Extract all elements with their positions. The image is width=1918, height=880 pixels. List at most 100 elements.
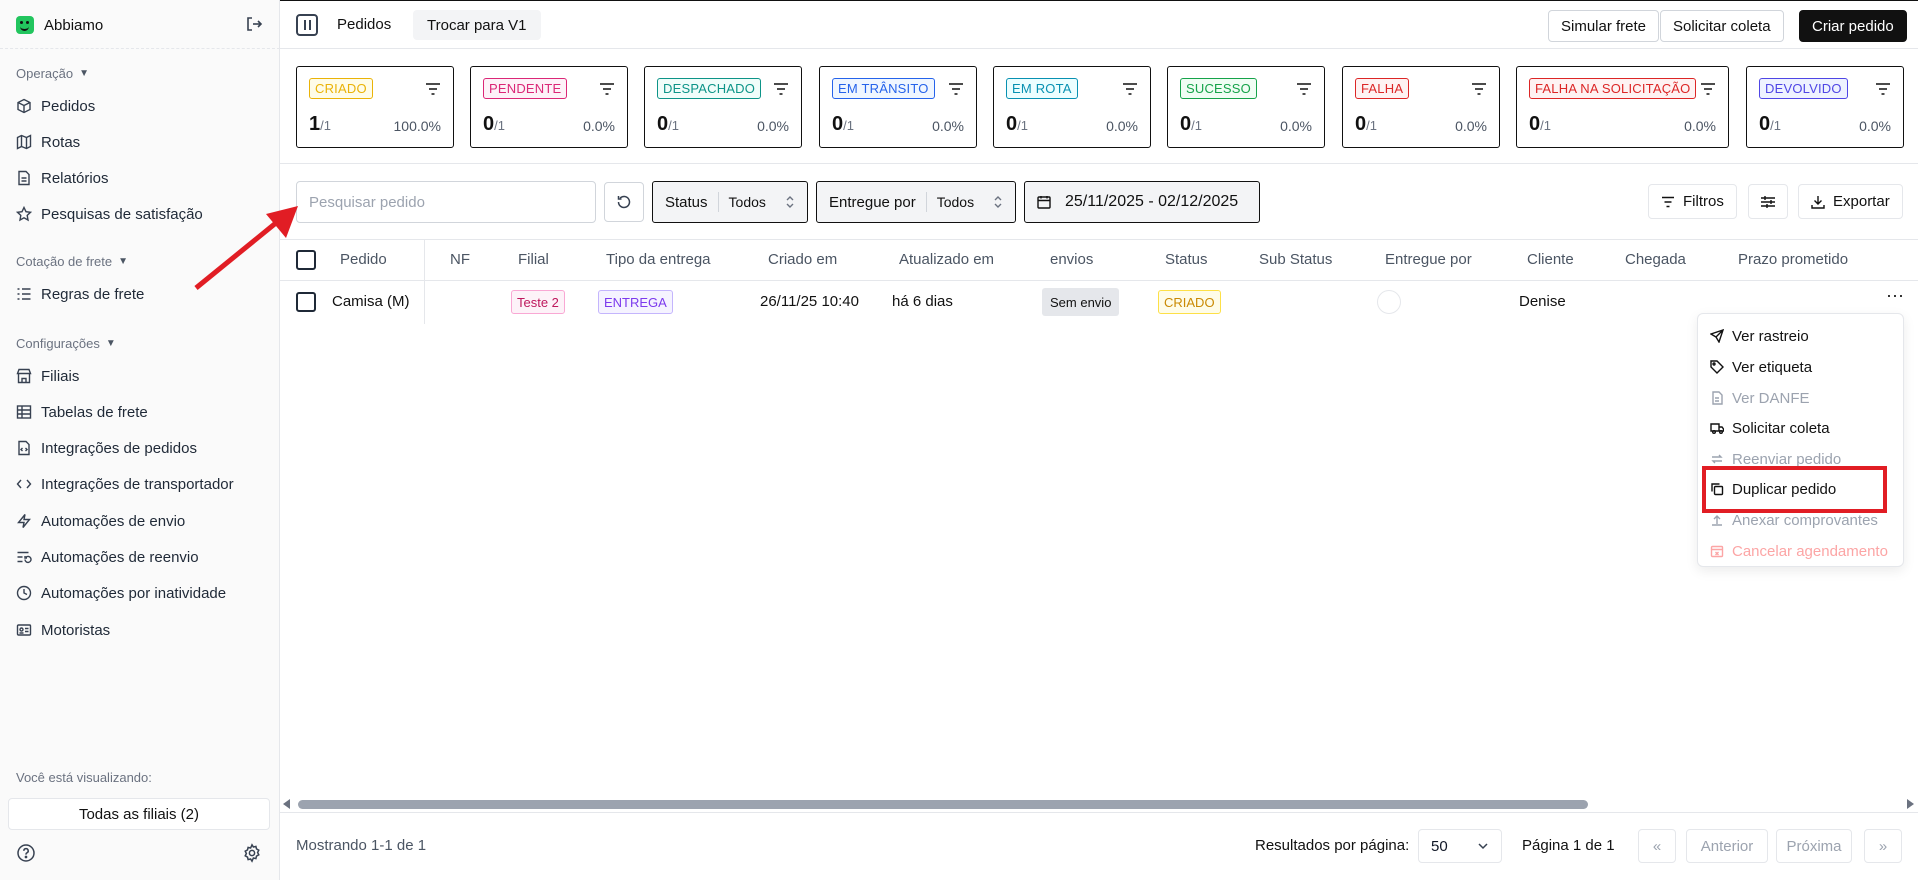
scroll-left-icon[interactable] [283, 799, 290, 809]
status-badge: DESPACHADO [657, 78, 762, 99]
filter-icon[interactable] [425, 82, 441, 96]
simulate-freight-button[interactable]: Simular frete [1548, 10, 1660, 42]
menu-item-ver-rastreio[interactable]: Ver rastreio [1710, 325, 1809, 347]
status-count: 0/1 [657, 113, 679, 136]
column-header[interactable]: Pedido [340, 251, 387, 268]
column-header[interactable]: Chegada [1625, 251, 1686, 268]
star-icon [16, 206, 32, 222]
status-count-value: 0 [832, 113, 844, 135]
status-card-falha[interactable]: FALHA 0/1 0.0% [1342, 66, 1500, 148]
request-pickup-button[interactable]: Solicitar coleta [1660, 10, 1784, 42]
sidebar-item-automacoes-reenvio[interactable]: Automações de reenvio [16, 545, 199, 569]
menu-item-label: Ver DANFE [1732, 389, 1810, 407]
next-page-button[interactable]: Próxima [1776, 829, 1852, 863]
caret-down-icon: ▼ [105, 338, 116, 349]
filter-icon[interactable] [948, 82, 964, 96]
logout-icon[interactable] [244, 14, 264, 34]
panel-toggle-icon[interactable] [296, 14, 318, 36]
status-card-sucesso[interactable]: SUCESSO 0/1 0.0% [1167, 66, 1325, 148]
sidebar-item-automacoes-envio[interactable]: Automações de envio [16, 509, 185, 533]
sidebar-item-pesquisas[interactable]: Pesquisas de satisfação [16, 202, 203, 226]
filter-icon[interactable] [1700, 82, 1716, 96]
table-header-border [280, 280, 1918, 281]
more-actions-icon[interactable]: ··· [1884, 286, 1906, 307]
export-button[interactable]: Exportar [1798, 184, 1903, 219]
cell-atualizado-em: há 6 dias [892, 293, 953, 310]
branch-selector[interactable]: Todas as filiais (2) [8, 798, 270, 830]
previous-page-button[interactable]: Anterior [1686, 829, 1768, 863]
filter-icon[interactable] [773, 82, 789, 96]
help-icon[interactable] [16, 843, 36, 863]
sidebar-item-label: Pedidos [41, 97, 96, 115]
column-header[interactable]: envios [1050, 251, 1093, 268]
sidebar-item-automacoes-inatividade[interactable]: Automações por inatividade [16, 581, 226, 605]
filter-icon[interactable] [1875, 82, 1891, 96]
sidebar-item-regras-frete[interactable]: Regras de frete [16, 282, 144, 306]
delivered-by-select[interactable]: Entregue por Todos [816, 181, 1016, 223]
calendar-icon [1037, 196, 1051, 209]
column-header[interactable]: Tipo da entrega [606, 251, 711, 268]
section-divider [280, 163, 1918, 164]
column-header[interactable]: Criado em [768, 251, 837, 268]
status-card-pendente[interactable]: PENDENTE 0/1 0.0% [470, 66, 628, 148]
sidebar-item-label: Pesquisas de satisfação [41, 205, 203, 223]
status-select[interactable]: Status Todos [652, 181, 808, 223]
column-header[interactable]: NF [450, 251, 470, 268]
create-order-button[interactable]: Criar pedido [1799, 10, 1907, 42]
filters-button[interactable]: Filtros [1648, 184, 1737, 219]
footer-divider [280, 812, 1918, 813]
section-configuracoes[interactable]: Configurações ▼ [16, 336, 116, 351]
column-header[interactable]: Filial [518, 251, 549, 268]
column-header[interactable]: Sub Status [1259, 251, 1332, 268]
columns-settings-button[interactable] [1748, 184, 1788, 219]
sidebar-item-label: Regras de frete [41, 285, 145, 303]
last-page-button[interactable]: » [1864, 829, 1902, 863]
sidebar-item-label: Automações de reenvio [41, 548, 199, 566]
status-percent: 0.0% [1859, 118, 1891, 134]
status-badge: FALHA [1355, 78, 1410, 99]
cell-pedido[interactable]: Camisa (M) [332, 293, 410, 310]
menu-item-solicitar-coleta[interactable]: Solicitar coleta [1710, 417, 1830, 439]
scrollbar-thumb[interactable] [298, 800, 1588, 809]
column-header[interactable]: Prazo prometido [1738, 251, 1848, 268]
sidebar-item-filiais[interactable]: Filiais [16, 364, 79, 388]
sidebar-item-motoristas[interactable]: Motoristas [16, 618, 110, 642]
refresh-button[interactable] [604, 182, 644, 222]
per-page-select[interactable]: 50 [1418, 829, 1502, 863]
brand[interactable]: Abbiamo [16, 14, 103, 36]
scroll-right-icon[interactable] [1907, 799, 1914, 809]
column-header[interactable]: Status [1165, 251, 1208, 268]
sidebar-item-tabelas-frete[interactable]: Tabelas de frete [16, 400, 148, 424]
status-card-em-rota[interactable]: EM ROTA 0/1 0.0% [993, 66, 1151, 148]
sidebar-item-rotas[interactable]: Rotas [16, 130, 80, 154]
status-total: /1 [320, 118, 331, 133]
search-input[interactable] [296, 181, 596, 223]
section-cotacao[interactable]: Cotação de frete ▼ [16, 254, 128, 269]
status-card-falha-na-solicitação[interactable]: FALHA NA SOLICITAÇÃO 0/1 0.0% [1516, 66, 1729, 148]
status-card-despachado[interactable]: DESPACHADO 0/1 0.0% [644, 66, 802, 148]
column-header[interactable]: Cliente [1527, 251, 1574, 268]
first-page-button[interactable]: « [1638, 829, 1676, 863]
sidebar-item-integracoes-pedidos[interactable]: Integrações de pedidos [16, 436, 197, 460]
date-range-picker[interactable]: 25/11/2025 - 02/12/2025 [1024, 181, 1260, 223]
filter-icon[interactable] [1471, 82, 1487, 96]
status-percent: 0.0% [932, 118, 964, 134]
filter-icon[interactable] [1296, 82, 1312, 96]
filter-icon[interactable] [1122, 82, 1138, 96]
gear-icon[interactable] [242, 843, 262, 863]
status-card-devolvido[interactable]: DEVOLVIDO 0/1 0.0% [1746, 66, 1904, 148]
switch-v1-button[interactable]: Trocar para V1 [413, 10, 541, 40]
status-card-criado[interactable]: CRIADO 1/1 100.0% [296, 66, 454, 148]
status-badge: FALHA NA SOLICITAÇÃO [1529, 78, 1697, 99]
status-total: /1 [1366, 118, 1377, 133]
filter-icon[interactable] [599, 82, 615, 96]
column-header[interactable]: Entregue por [1385, 251, 1472, 268]
sidebar-item-integracoes-transportador[interactable]: Integrações de transportador [16, 472, 234, 496]
menu-item-ver-etiqueta[interactable]: Ver etiqueta [1710, 356, 1812, 378]
status-card-em-trânsito[interactable]: EM TRÂNSITO 0/1 0.0% [819, 66, 977, 148]
sidebar-item-relatorios[interactable]: Relatórios [16, 166, 109, 190]
sidebar-item-pedidos[interactable]: Pedidos [16, 94, 95, 118]
column-header[interactable]: Atualizado em [899, 251, 994, 268]
section-title: Configurações [16, 336, 100, 351]
section-operacao[interactable]: Operação ▼ [16, 66, 89, 81]
